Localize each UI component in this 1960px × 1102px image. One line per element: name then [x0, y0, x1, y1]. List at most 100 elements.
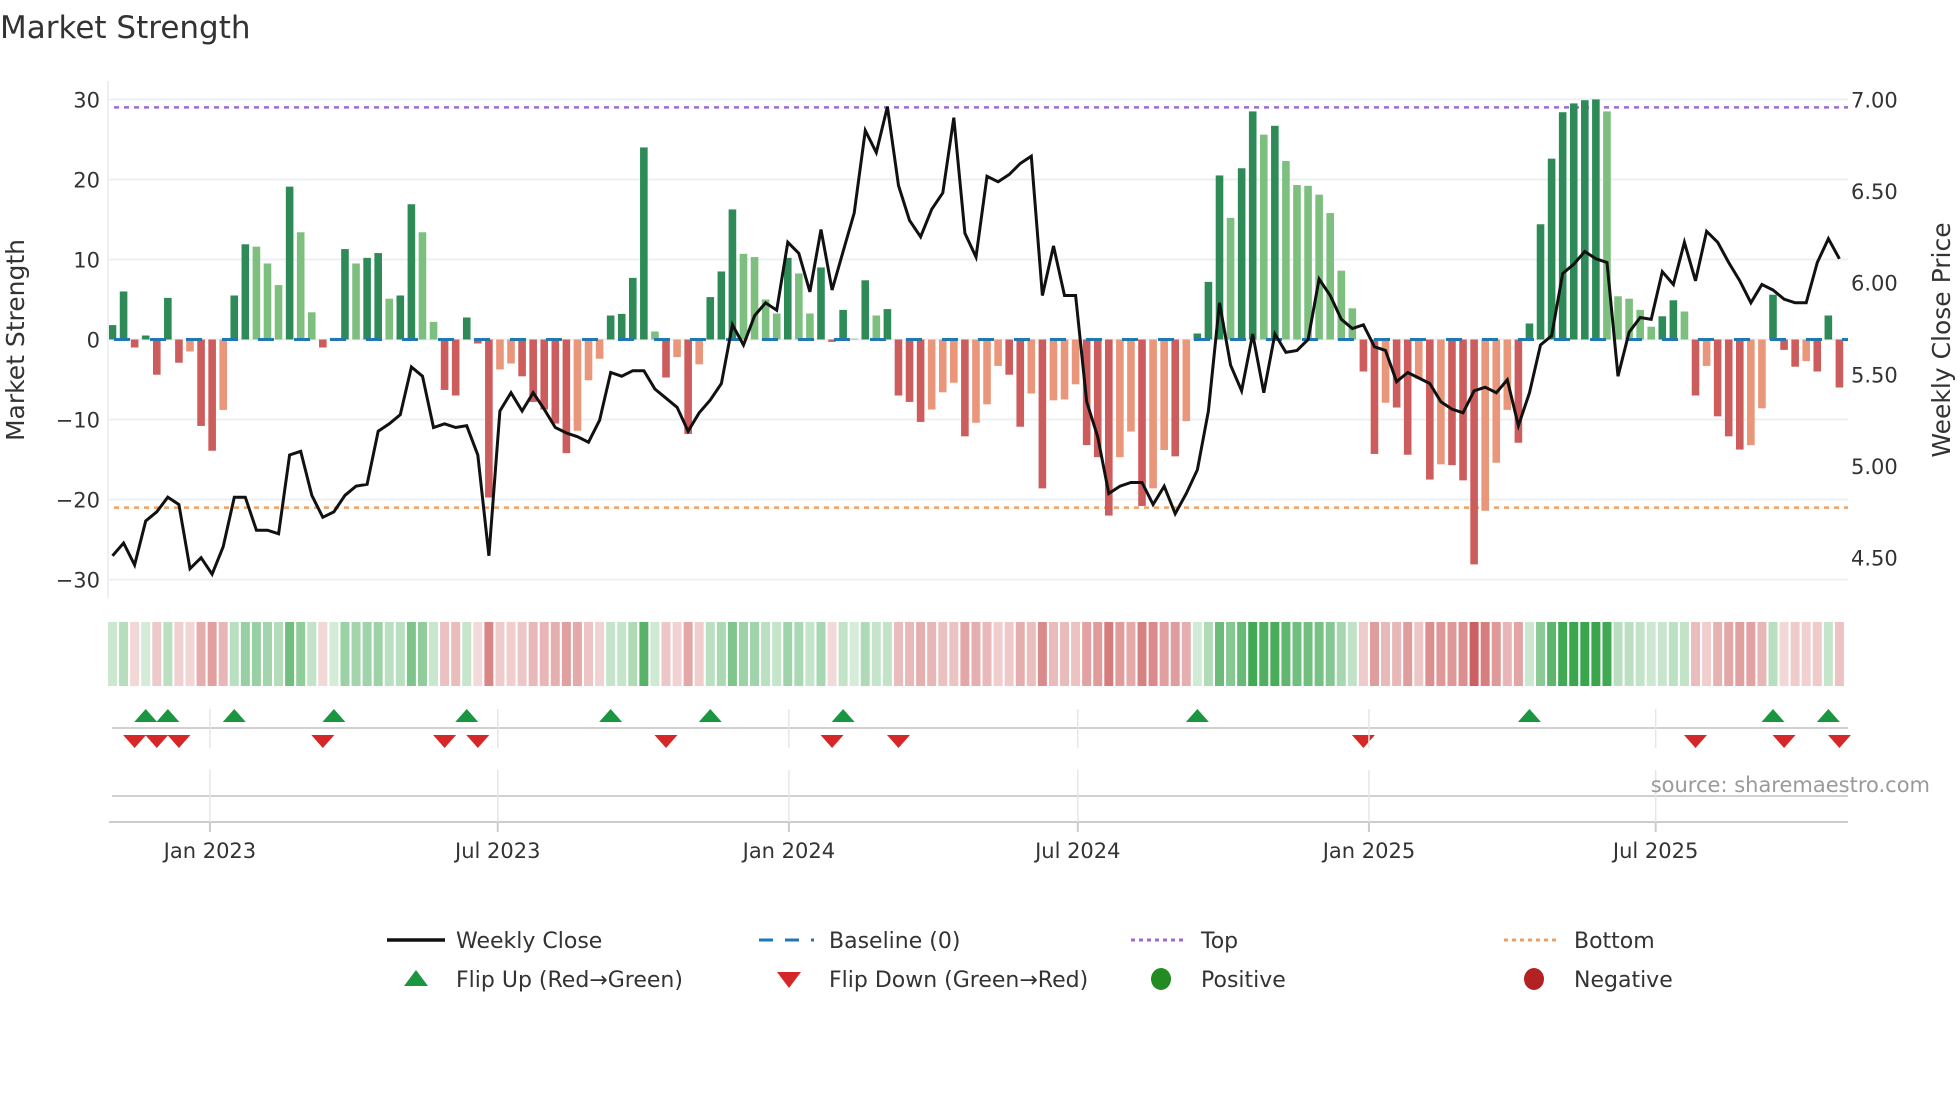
strength-bar: [883, 309, 892, 340]
strength-bar: [241, 244, 250, 340]
heat-cell: [727, 622, 737, 686]
heat-cell: [1270, 622, 1280, 686]
strength-bar: [385, 298, 394, 340]
heat-cell: [373, 622, 383, 686]
strength-bar: [673, 339, 681, 358]
strength-bar: [119, 291, 128, 340]
strength-bar: [485, 339, 493, 498]
strength-bar: [728, 209, 737, 340]
strength-bar: [152, 339, 161, 375]
strength-bar: [994, 339, 1002, 366]
strength-bar: [1481, 339, 1489, 511]
heat-cell: [595, 622, 605, 686]
heat-cell: [1746, 622, 1756, 686]
y2-tick-label: 7.00: [1851, 88, 1898, 112]
strength-bar: [108, 325, 117, 340]
heat-cell: [1469, 622, 1479, 686]
strength-bar: [1038, 339, 1047, 489]
heat-cell: [783, 622, 793, 686]
heat-cell: [1458, 622, 1468, 686]
heat-cell: [1170, 622, 1180, 686]
heat-cell: [1602, 622, 1612, 686]
heat-cell: [119, 622, 129, 686]
heat-cell: [871, 622, 881, 686]
heat-cell: [860, 622, 870, 686]
strength-bar: [1448, 339, 1456, 466]
heat-cell: [1215, 622, 1224, 686]
heat-cell: [1060, 622, 1070, 686]
heat-cell: [805, 622, 815, 686]
strength-bar: [1182, 339, 1191, 422]
strength-bar: [1259, 134, 1268, 340]
heat-cell: [296, 622, 306, 686]
strength-bar: [1813, 339, 1822, 372]
strength-bar: [1237, 168, 1246, 340]
flip-down-icon: [433, 735, 457, 748]
strength-bar: [806, 313, 814, 340]
y-axis-right: 7.00 6.50 6.00 5.50 5.00 4.50: [1851, 88, 1898, 570]
strength-bar: [1271, 125, 1279, 340]
heat-cell: [1757, 622, 1767, 686]
heat-cell: [1436, 622, 1446, 686]
strength-bar: [1304, 185, 1312, 340]
heat-cell: [1646, 622, 1656, 686]
strength-bar: [1802, 339, 1811, 362]
heat-cell: [1104, 622, 1114, 686]
x-tick-label: Jan 2025: [1321, 839, 1416, 863]
strength-bar: [1769, 294, 1777, 340]
heat-cell: [816, 622, 826, 686]
strength-bar: [296, 232, 305, 340]
heat-cell: [1768, 622, 1778, 686]
heat-cell: [462, 622, 472, 686]
strength-bar: [462, 317, 471, 340]
strength-bar: [1414, 339, 1423, 379]
strength-bar: [1359, 339, 1368, 372]
heat-cell: [639, 622, 649, 686]
heat-cell: [1137, 622, 1147, 686]
flip-up-icon: [599, 709, 623, 722]
strength-bar: [695, 339, 704, 365]
strength-bar: [1503, 339, 1512, 410]
strength-bar: [983, 339, 991, 405]
strength-bar: [1525, 323, 1534, 340]
heat-cell: [1381, 622, 1391, 686]
heat-cell: [1702, 622, 1712, 686]
heat-cell: [1558, 622, 1568, 686]
heat-cell: [893, 622, 903, 686]
y2-tick-label: 4.50: [1851, 547, 1898, 571]
heat-cell: [1403, 622, 1413, 686]
heat-cell: [274, 622, 284, 686]
legend-flip-up-icon: [404, 970, 428, 986]
strength-bar: [706, 297, 715, 340]
heat-cell: [262, 622, 272, 686]
heat-cell: [1624, 622, 1634, 686]
strength-bar: [684, 339, 692, 434]
strength-bar: [1569, 103, 1578, 340]
heat-cell: [218, 622, 228, 686]
flip-down-icon: [820, 735, 844, 748]
heat-cell: [694, 622, 704, 686]
strength-bar: [1248, 111, 1257, 340]
heat-cell: [1635, 622, 1645, 686]
heat-cell: [1392, 622, 1402, 686]
strength-bar: [352, 263, 360, 340]
strength-bar: [1536, 224, 1545, 340]
legend-label-flip-down: Flip Down (Green→Red): [829, 968, 1088, 993]
strength-bar: [606, 315, 615, 340]
heat-cell: [683, 622, 693, 686]
flip-up-icon: [156, 709, 180, 722]
strength-bar: [230, 295, 239, 340]
flip-up-icon: [831, 709, 855, 722]
strength-bar: [950, 339, 958, 383]
flip-down-icon: [145, 735, 169, 748]
heat-cell: [163, 622, 173, 686]
heat-cell: [539, 622, 549, 686]
strength-bar: [363, 257, 371, 340]
heat-cell: [451, 622, 461, 686]
strength-bar: [1426, 339, 1434, 480]
strength-bar: [341, 249, 349, 340]
strength-bar: [1691, 339, 1700, 396]
strength-bar: [252, 246, 261, 340]
strength-bar: [1470, 339, 1478, 565]
heat-cell: [362, 622, 372, 686]
